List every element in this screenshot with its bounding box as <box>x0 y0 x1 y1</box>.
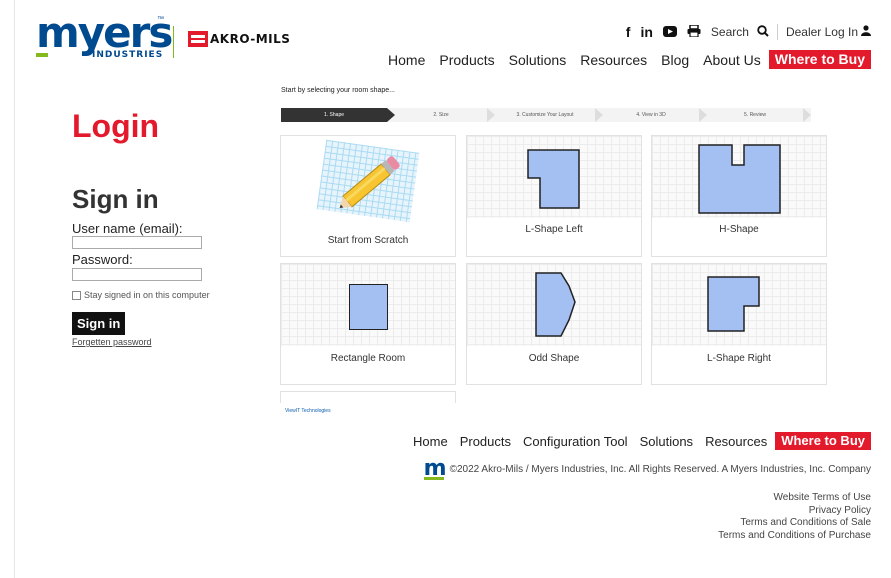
myers-m-logo-icon: m <box>423 456 447 481</box>
l-shape-right-shape <box>707 276 760 332</box>
linkedin-icon[interactable]: in <box>640 24 652 40</box>
pencil-icon <box>339 156 400 208</box>
akro-mils-text: AKRO-MILS <box>210 32 291 46</box>
facebook-icon[interactable]: f <box>626 24 631 40</box>
legal-links: Website Terms of Use Privacy Policy Term… <box>718 492 871 542</box>
logo-divider <box>173 26 174 58</box>
nav-home[interactable]: Home <box>388 52 425 68</box>
step-arrow <box>487 108 495 122</box>
util-separator <box>776 24 778 40</box>
step-arrow <box>803 108 811 122</box>
step-view-3d[interactable]: 4. View in 3D <box>603 108 699 122</box>
shape-card-partial[interactable] <box>280 391 456 403</box>
dealer-login-link[interactable]: Dealer Log In <box>786 25 858 39</box>
footer-nav-products[interactable]: Products <box>460 434 511 449</box>
stay-signed-in-checkbox[interactable] <box>72 290 81 300</box>
shape-card-h-shape[interactable]: H-Shape <box>651 135 827 257</box>
footer-where-to-buy-button[interactable]: Where to Buy <box>775 432 871 450</box>
odd-shape-shape <box>535 272 576 337</box>
h-shape-shape <box>698 144 781 214</box>
card-label: Rectangle Room <box>330 353 406 364</box>
stay-signed-in-row: Stay signed in on this computer <box>72 290 210 300</box>
nav-about-us[interactable]: About Us <box>703 52 761 68</box>
step-arrow <box>387 108 395 122</box>
terms-of-purchase-link[interactable]: Terms and Conditions of Purchase <box>718 530 871 543</box>
nav-blog[interactable]: Blog <box>661 52 689 68</box>
card-label: Start from Scratch <box>327 235 409 246</box>
print-icon[interactable] <box>687 24 701 40</box>
nav-resources[interactable]: Resources <box>580 52 647 68</box>
password-input[interactable] <box>72 268 202 281</box>
page-border <box>14 0 15 578</box>
footer-nav-solutions[interactable]: Solutions <box>640 434 693 449</box>
card-label: H-Shape <box>719 224 759 235</box>
footer-nav: Home Products Configuration Tool Solutio… <box>401 432 871 450</box>
shape-card-rectangle[interactable]: Rectangle Room <box>280 263 456 385</box>
card-label: L-Shape Right <box>707 353 771 364</box>
where-to-buy-button[interactable]: Where to Buy <box>768 50 871 69</box>
page-title: Login <box>72 108 160 144</box>
terms-of-use-link[interactable]: Website Terms of Use <box>718 492 871 505</box>
step-customize[interactable]: 3. Customize Your Layout <box>495 108 595 122</box>
youtube-icon[interactable] <box>662 24 677 40</box>
copyright-row: m ©2022 Akro-Mils / Myers Industries, In… <box>423 456 871 481</box>
akro-mils-icon <box>188 31 208 47</box>
nav-products[interactable]: Products <box>439 52 494 68</box>
trademark-mark: ™ <box>157 16 164 23</box>
wizard-steps: 1. Shape 2. Size 3. Customize Your Layou… <box>281 108 811 122</box>
forgotten-password-link[interactable]: Forgetten password <box>72 337 152 347</box>
card-label: L-Shape Left <box>525 224 583 235</box>
l-shape-left-shape <box>527 149 580 209</box>
footer-nav-home[interactable]: Home <box>413 434 448 449</box>
footer-nav-resources[interactable]: Resources <box>705 434 767 449</box>
myers-logo[interactable]: myers ™ INDUSTRIES <box>36 8 173 64</box>
shape-card-odd-shape[interactable]: Odd Shape <box>466 263 642 385</box>
shape-card-l-shape-right[interactable]: L-Shape Right <box>651 263 827 385</box>
akro-mils-logo[interactable]: AKRO-MILS <box>188 31 290 47</box>
step-size[interactable]: 2. Size <box>395 108 487 122</box>
step-shape[interactable]: 1. Shape <box>281 108 387 122</box>
utility-bar: f in Search Dealer Log In <box>626 24 871 40</box>
logo-green-bar <box>36 53 48 57</box>
step-review[interactable]: 5. Review <box>707 108 803 122</box>
username-input[interactable] <box>72 236 202 249</box>
search-link[interactable]: Search <box>711 25 749 39</box>
card-label: Odd Shape <box>528 353 580 364</box>
step-arrow <box>699 108 707 122</box>
footer-nav-configuration-tool[interactable]: Configuration Tool <box>523 434 628 449</box>
user-icon <box>861 25 871 39</box>
shape-card-l-shape-left[interactable]: L-Shape Left <box>466 135 642 257</box>
viewit-credit-link[interactable]: ViewIT Technologies <box>285 408 331 414</box>
shape-card-scratch[interactable]: Start from Scratch <box>280 135 456 257</box>
copyright-text: ©2022 Akro-Mils / Myers Industries, Inc.… <box>449 463 871 475</box>
privacy-policy-link[interactable]: Privacy Policy <box>718 505 871 518</box>
step-arrow <box>595 108 603 122</box>
signin-button[interactable]: Sign in <box>72 312 126 335</box>
nav-solutions[interactable]: Solutions <box>509 52 567 68</box>
stay-signed-in-label: Stay signed in on this computer <box>84 290 210 300</box>
rectangle-shape <box>349 284 388 330</box>
username-label: User name (email): <box>72 221 183 236</box>
password-label: Password: <box>72 252 133 267</box>
terms-of-sale-link[interactable]: Terms and Conditions of Sale <box>718 517 871 530</box>
myers-logo-subtitle: INDUSTRIES <box>92 50 164 60</box>
wizard-prompt: Start by selecting your room shape... <box>281 87 395 94</box>
search-icon[interactable] <box>757 24 769 40</box>
signin-heading: Sign in <box>72 184 159 214</box>
main-nav: Home Products Solutions Resources Blog A… <box>374 50 871 69</box>
